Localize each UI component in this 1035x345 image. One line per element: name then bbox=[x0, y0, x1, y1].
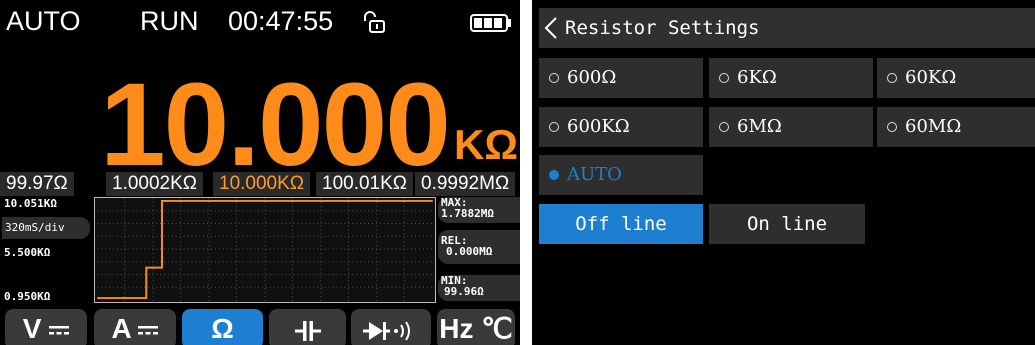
mode-dc-voltage[interactable]: V bbox=[5, 309, 87, 345]
mode-capacitance[interactable] bbox=[269, 309, 346, 345]
mode-label: Hz ℃ bbox=[439, 313, 513, 344]
option-label: 600Ω bbox=[567, 67, 617, 88]
radio-unselected-icon bbox=[549, 73, 559, 83]
unlock-icon bbox=[364, 11, 385, 33]
radio-unselected-icon bbox=[887, 73, 897, 83]
range-option-600[interactable]: 600Ω bbox=[539, 58, 703, 98]
settings-header: Resistor Settings bbox=[539, 8, 1035, 48]
mode-label: A bbox=[111, 313, 131, 344]
dc-symbol-icon bbox=[49, 325, 70, 335]
main-reading: 10.000 bbox=[100, 59, 451, 191]
mode-resistance[interactable]: Ω bbox=[182, 309, 263, 345]
range-option-6m[interactable]: 6MΩ bbox=[709, 107, 873, 147]
rel-stat[interactable]: REL: 0.000MΩ bbox=[438, 230, 520, 264]
mode-bar: V A Ω Hz ℃ bbox=[0, 309, 520, 345]
multimeter-screen: AUTO RUN 00:47:55 10.000 KΩ 99.97Ω 1.000… bbox=[0, 0, 520, 345]
min-stat: MIN: 99.96Ω bbox=[438, 275, 520, 301]
rel-value: 0.000MΩ bbox=[446, 245, 493, 258]
off-line-button[interactable]: Off line bbox=[539, 204, 703, 244]
max-stat: MAX: 1.7882MΩ bbox=[438, 197, 520, 223]
page-title: Resistor Settings bbox=[565, 17, 760, 39]
option-label: 6KΩ bbox=[737, 67, 777, 88]
option-label: AUTO bbox=[567, 164, 622, 185]
on-line-button[interactable]: On line bbox=[709, 204, 865, 244]
option-label: 60KΩ bbox=[905, 67, 957, 88]
battery-icon bbox=[470, 14, 511, 32]
option-label: 6MΩ bbox=[737, 116, 782, 137]
mode-label: Ω bbox=[211, 313, 234, 344]
mode-dc-current[interactable]: A bbox=[94, 309, 176, 345]
run-state-indicator: RUN bbox=[140, 6, 199, 36]
range-option-60m[interactable]: 60MΩ bbox=[877, 107, 1035, 147]
option-label: 600KΩ bbox=[567, 116, 630, 137]
mode-diode-continuity[interactable] bbox=[351, 309, 431, 345]
elapsed-time: 00:47:55 bbox=[228, 6, 334, 36]
trend-y-min-label: 0.950KΩ bbox=[4, 290, 51, 303]
main-reading-unit: KΩ bbox=[454, 121, 519, 168]
radio-unselected-icon bbox=[719, 122, 729, 132]
mode-label: V bbox=[22, 313, 42, 344]
trend-y-max-label: 10.051KΩ bbox=[4, 197, 57, 210]
range-value[interactable]: 99.97Ω bbox=[0, 172, 74, 196]
mode-frequency-temperature[interactable]: Hz ℃ bbox=[437, 309, 515, 345]
range-value[interactable]: 1.0002KΩ bbox=[106, 172, 203, 196]
trend-y-mid-label: 5.500KΩ bbox=[4, 246, 51, 259]
range-option-6k[interactable]: 6KΩ bbox=[709, 58, 873, 98]
range-bar: 99.97Ω 1.0002KΩ 10.000KΩ 100.01KΩ 0.9992… bbox=[0, 172, 520, 196]
timebase-label[interactable]: 320mS/div bbox=[2, 217, 90, 239]
radio-selected-icon bbox=[549, 170, 559, 180]
range-option-600k[interactable]: 600KΩ bbox=[539, 107, 703, 147]
range-value[interactable]: 10.000KΩ bbox=[213, 172, 310, 196]
dc-symbol-icon bbox=[138, 325, 159, 335]
auto-range-indicator: AUTO bbox=[6, 6, 81, 36]
radio-unselected-icon bbox=[549, 122, 559, 132]
capacitor-icon bbox=[294, 320, 321, 341]
range-value[interactable]: 0.9992MΩ bbox=[415, 172, 516, 196]
range-option-auto[interactable]: AUTO bbox=[539, 155, 703, 195]
min-value: 99.96Ω bbox=[444, 285, 484, 298]
trend-grid bbox=[97, 198, 433, 302]
range-value[interactable]: 100.01KΩ bbox=[316, 172, 413, 196]
radio-unselected-icon bbox=[719, 73, 729, 83]
option-label: 60MΩ bbox=[905, 116, 962, 137]
trend-graph bbox=[94, 197, 436, 303]
radio-unselected-icon bbox=[887, 122, 897, 132]
range-option-60k[interactable]: 60KΩ bbox=[877, 58, 1035, 98]
resistor-settings-screen: Resistor Settings 600Ω 6KΩ 60KΩ 600KΩ 6M… bbox=[532, 0, 1035, 345]
diode-continuity-icon bbox=[363, 321, 410, 341]
chevron-left-icon[interactable] bbox=[543, 16, 559, 40]
max-value: 1.7882MΩ bbox=[441, 207, 494, 220]
